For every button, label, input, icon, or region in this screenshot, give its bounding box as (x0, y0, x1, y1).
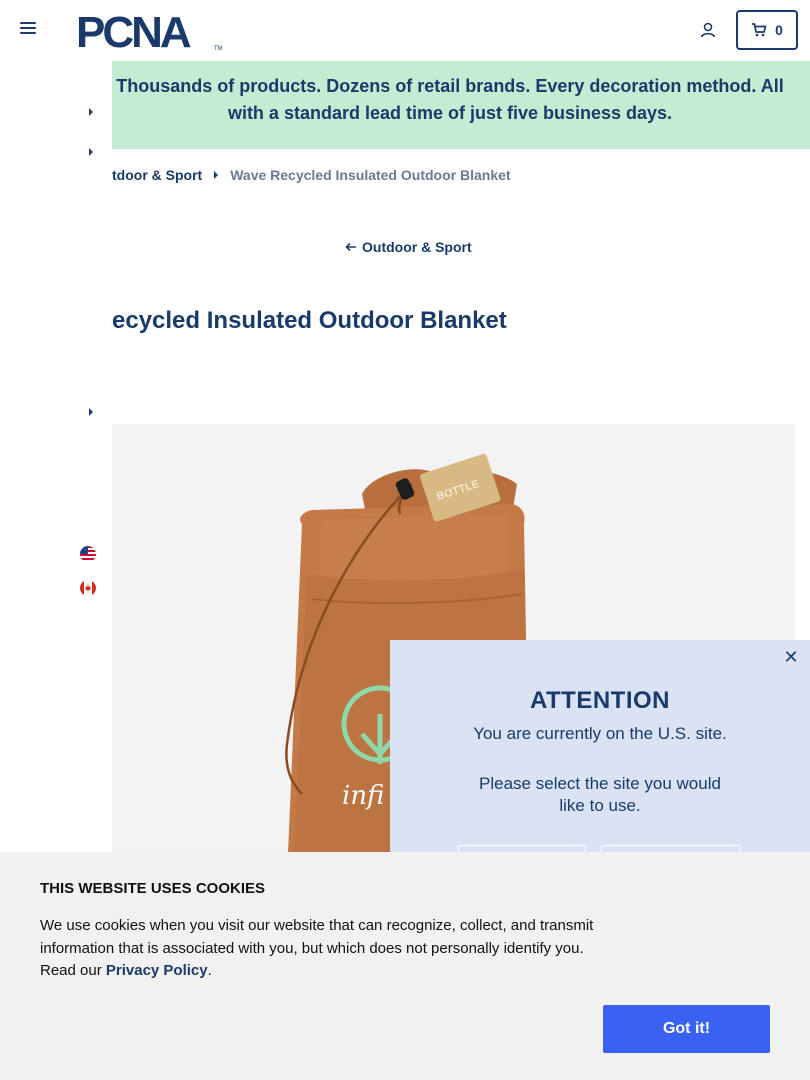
close-icon[interactable]: ✕ (782, 648, 800, 666)
logo-text: PCNA (76, 11, 191, 51)
chevron-right-icon[interactable] (86, 406, 96, 418)
cart-count: 0 (775, 22, 783, 38)
breadcrumb: tdoor & Sport Wave Recycled Insulated Ou… (112, 167, 511, 183)
accept-cookies-button[interactable]: Got it! (603, 1005, 770, 1053)
canada-flag-icon[interactable] (80, 580, 96, 596)
modal-heading: ATTENTION (529, 687, 671, 714)
breadcrumb-link-category[interactable]: tdoor & Sport (112, 167, 202, 183)
side-nav-drawer (0, 61, 112, 861)
site-select-modal: ✕ ATTENTION You are currently on the U.S… (390, 640, 810, 875)
chevron-right-icon[interactable] (86, 106, 96, 118)
cart-icon (752, 23, 767, 37)
account-icon[interactable] (698, 20, 718, 40)
back-to-category-link[interactable]: Outdoor & Sport (345, 239, 472, 255)
modal-current-site-text: You are currently on the U.S. site. (473, 724, 727, 743)
chevron-right-icon (214, 171, 219, 179)
cookie-banner: THIS WEBSITE USES COOKIES We use cookies… (0, 852, 810, 1080)
menu-icon[interactable] (20, 22, 36, 36)
privacy-policy-link[interactable]: Privacy Policy (106, 962, 208, 979)
cookie-text: We use cookies when you visit our websit… (40, 915, 600, 983)
breadcrumb-current: Wave Recycled Insulated Outdoor Blanket (230, 167, 511, 183)
arrow-left-icon (345, 242, 356, 252)
cookie-title: THIS WEBSITE USES COOKIES (40, 880, 266, 897)
cookie-suffix: . (207, 962, 212, 979)
bag-print-text: infi (342, 781, 384, 811)
us-flag-icon[interactable] (80, 546, 96, 562)
product-title: ecycled Insulated Outdoor Blanket (112, 307, 507, 334)
pcna-logo[interactable]: PCNA TM (76, 11, 226, 51)
cart-button[interactable]: 0 (736, 10, 798, 50)
promo-banner: Thousands of products. Dozens of retail … (0, 61, 810, 149)
back-link-label: Outdoor & Sport (362, 239, 472, 255)
site-header: PCNA TM 0 (0, 0, 810, 60)
svg-text:TM: TM (214, 46, 223, 51)
promo-banner-text: Thousands of products. Dozens of retail … (116, 76, 784, 123)
chevron-right-icon[interactable] (86, 146, 96, 158)
modal-select-site-text: Please select the site you would like to… (479, 774, 721, 815)
